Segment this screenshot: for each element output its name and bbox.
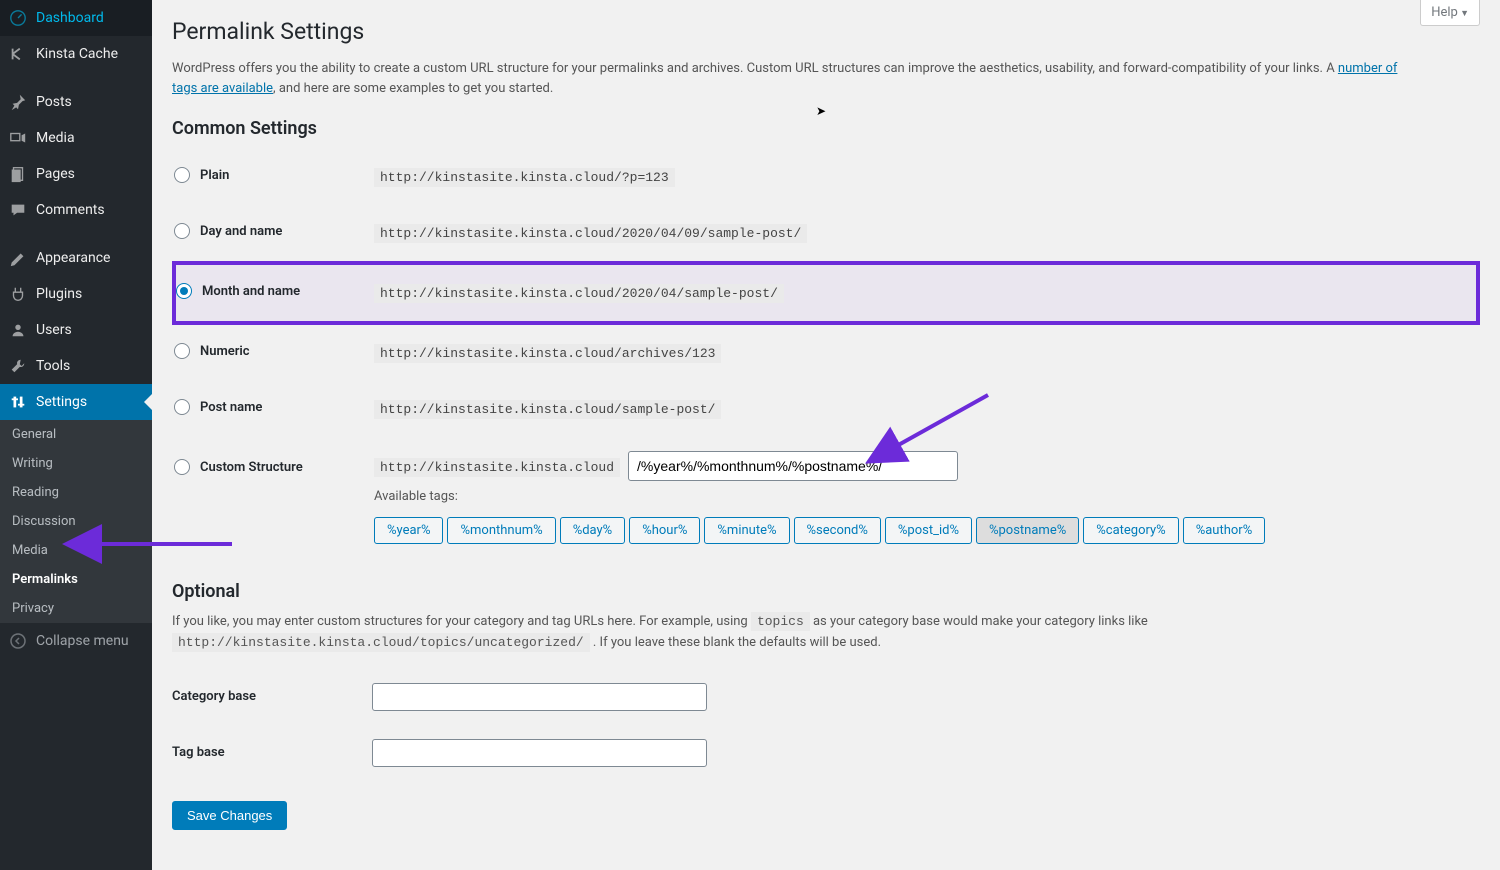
sidebar-item-label: Media — [36, 130, 75, 146]
pin-icon — [8, 92, 28, 112]
sidebar-item-comments[interactable]: Comments — [0, 192, 152, 228]
sidebar-item-label: Posts — [36, 94, 72, 110]
tag-button[interactable]: %year% — [374, 517, 443, 544]
permalink-example: http://kinstasite.kinsta.cloud/2020/04/0… — [374, 224, 807, 243]
permalink-option-label[interactable]: Numeric — [174, 343, 250, 359]
media-icon — [8, 128, 28, 148]
settings-icon — [8, 392, 28, 412]
sidebar-item-appearance[interactable]: Appearance — [0, 240, 152, 276]
tag-base-label: Tag base — [172, 725, 372, 781]
tag-button[interactable]: %category% — [1083, 517, 1178, 544]
optional-table: Category base Tag base — [172, 669, 1480, 781]
sidebar-item-dashboard[interactable]: Dashboard — [0, 0, 152, 36]
permalink-radio-day-and-name[interactable] — [174, 223, 190, 239]
sidebar-item-tools[interactable]: Tools — [0, 348, 152, 384]
dashboard-icon — [8, 8, 28, 28]
collapse-icon — [8, 631, 28, 651]
sidebar-item-settings[interactable]: Settings — [0, 384, 152, 420]
permalink-option-row: Plain http://kinstasite.kinsta.cloud/?p=1… — [174, 149, 1478, 205]
sidebar-item-label: Dashboard — [36, 10, 104, 26]
submenu-item-privacy[interactable]: Privacy — [0, 594, 152, 623]
permalink-radio-month-and-name[interactable] — [176, 283, 192, 299]
submenu-item-general[interactable]: General — [0, 420, 152, 449]
comments-icon — [8, 200, 28, 220]
permalink-radio-post-name[interactable] — [174, 399, 190, 415]
tools-icon — [8, 356, 28, 376]
admin-sidebar: Dashboard Kinsta Cache Posts Media Pages Comm… — [0, 0, 152, 870]
common-settings-heading: Common Settings — [172, 118, 1480, 139]
tag-button[interactable]: %monthnum% — [447, 517, 555, 544]
submenu-item-media[interactable]: Media — [0, 536, 152, 565]
tag-button[interactable]: %hour% — [629, 517, 700, 544]
permalink-option-row: Day and name http://kinstasite.kinsta.clo… — [174, 205, 1478, 263]
tag-button[interactable]: %postname% — [976, 517, 1079, 544]
kinsta-icon — [8, 44, 28, 64]
permalink-option-label[interactable]: Plain — [174, 167, 229, 183]
sidebar-item-posts[interactable]: Posts — [0, 84, 152, 120]
category-base-label: Category base — [172, 669, 372, 725]
tag-button[interactable]: %minute% — [704, 517, 789, 544]
page-title: Permalink Settings — [172, 18, 1480, 45]
sidebar-item-kinsta-cache[interactable]: Kinsta Cache — [0, 36, 152, 72]
permalink-option-label[interactable]: Post name — [174, 399, 262, 415]
permalink-example: http://kinstasite.kinsta.cloud/?p=123 — [374, 168, 675, 187]
permalink-radio-custom[interactable] — [174, 459, 190, 475]
tag-button[interactable]: %author% — [1183, 517, 1266, 544]
submenu-item-writing[interactable]: Writing — [0, 449, 152, 478]
sidebar-item-label: Kinsta Cache — [36, 46, 118, 62]
permalink-example: http://kinstasite.kinsta.cloud/sample-po… — [374, 400, 721, 419]
sidebar-item-label: Plugins — [36, 286, 82, 302]
permalink-example: http://kinstasite.kinsta.cloud/2020/04/s… — [374, 284, 784, 303]
sidebar-item-media[interactable]: Media — [0, 120, 152, 156]
plugins-icon — [8, 284, 28, 304]
sidebar-item-pages[interactable]: Pages — [0, 156, 152, 192]
pages-icon — [8, 164, 28, 184]
tag-button[interactable]: %post_id% — [885, 517, 972, 544]
permalink-example: http://kinstasite.kinsta.cloud/archives/… — [374, 344, 721, 363]
users-icon — [8, 320, 28, 340]
save-changes-button[interactable]: Save Changes — [172, 801, 287, 830]
sidebar-item-plugins[interactable]: Plugins — [0, 276, 152, 312]
appearance-icon — [8, 248, 28, 268]
tag-button[interactable]: %day% — [560, 517, 626, 544]
collapse-menu[interactable]: Collapse menu — [0, 623, 152, 659]
permalink-option-row: Numeric http://kinstasite.kinsta.cloud/ar… — [174, 323, 1478, 381]
custom-prefix: http://kinstasite.kinsta.cloud — [374, 458, 620, 477]
collapse-label: Collapse menu — [36, 633, 129, 649]
submenu-item-permalinks[interactable]: Permalinks — [0, 565, 152, 594]
intro-text: WordPress offers you the ability to crea… — [172, 59, 1422, 98]
permalink-option-label[interactable]: Day and name — [174, 223, 282, 239]
permalink-radio-plain[interactable] — [174, 167, 190, 183]
sidebar-item-label: Tools — [36, 358, 70, 374]
sidebar-item-label: Appearance — [36, 250, 110, 266]
permalink-option-row: Month and name http://kinstasite.kinsta.c… — [174, 263, 1478, 323]
submenu-item-discussion[interactable]: Discussion — [0, 507, 152, 536]
sidebar-item-label: Comments — [36, 202, 105, 218]
settings-submenu: GeneralWritingReadingDiscussionMediaPerm… — [0, 420, 152, 623]
permalink-option-label[interactable]: Month and name — [176, 283, 300, 299]
help-button[interactable]: Help — [1420, 0, 1480, 26]
permalink-option-row: Post name http://kinstasite.kinsta.cloud/… — [174, 381, 1478, 437]
sidebar-item-label: Settings — [36, 394, 87, 410]
mouse-cursor: ➤ — [816, 104, 826, 118]
optional-description: If you like, you may enter custom struct… — [172, 612, 1372, 654]
sidebar-item-label: Users — [36, 322, 72, 338]
custom-structure-input[interactable] — [628, 451, 958, 481]
main-content: Help Permalink Settings WordPress offers… — [152, 0, 1500, 870]
submenu-item-reading[interactable]: Reading — [0, 478, 152, 507]
optional-heading: Optional — [172, 581, 1480, 602]
custom-structure-row: Custom Structure http://kinstasite.kinsta… — [174, 437, 1478, 561]
permalink-options-table: Plain http://kinstasite.kinsta.cloud/?p=1… — [172, 149, 1480, 561]
sidebar-item-users[interactable]: Users — [0, 312, 152, 348]
tags-container: %year%%monthnum%%day%%hour%%minute%%seco… — [374, 514, 1478, 547]
tag-base-input[interactable] — [372, 739, 707, 767]
category-base-input[interactable] — [372, 683, 707, 711]
tag-button[interactable]: %second% — [794, 517, 881, 544]
sidebar-item-label: Pages — [36, 166, 75, 182]
custom-structure-label[interactable]: Custom Structure — [174, 459, 303, 475]
available-tags-label: Available tags: — [374, 489, 1478, 504]
permalink-radio-numeric[interactable] — [174, 343, 190, 359]
